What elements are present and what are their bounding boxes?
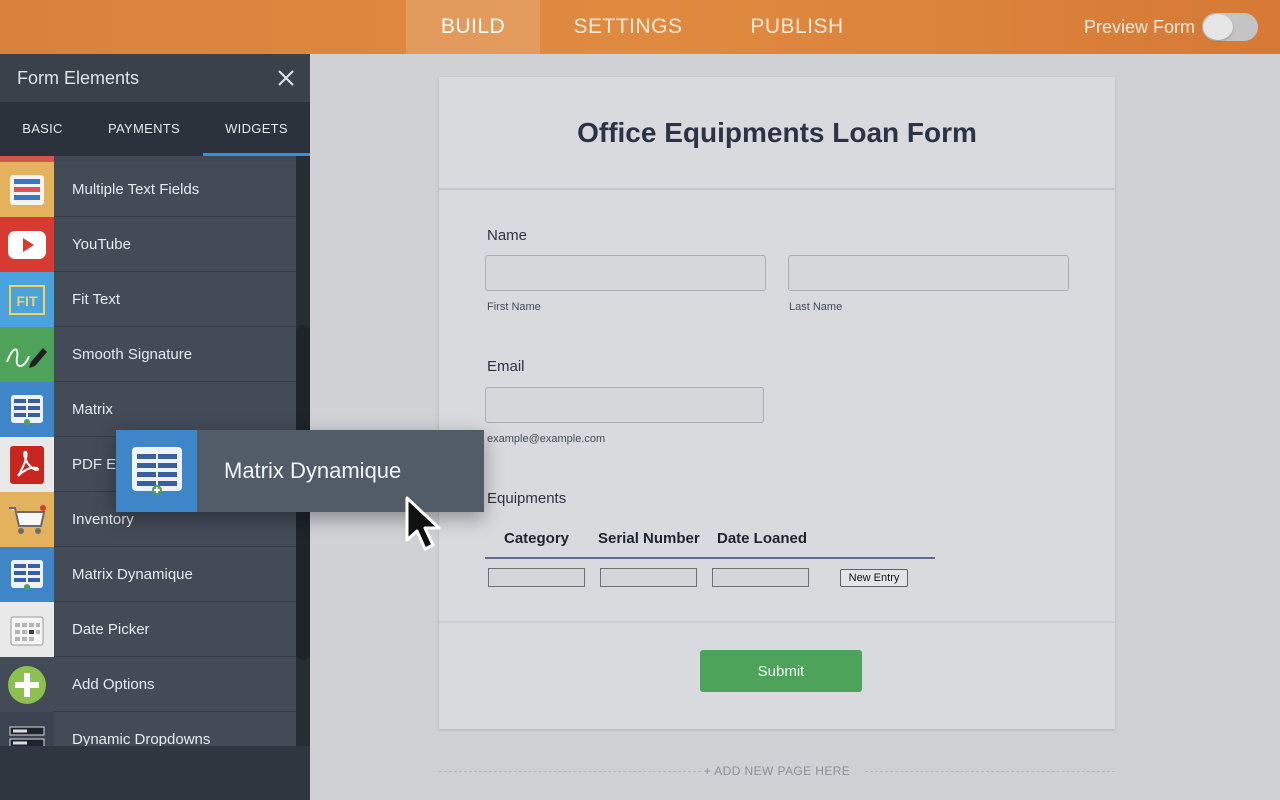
tab-build[interactable]: BUILD — [406, 0, 540, 54]
panel-title: Form Elements — [17, 68, 140, 88]
preview-form-label: Preview Form — [1083, 17, 1195, 37]
dynamic-dropdowns-icon — [0, 712, 54, 746]
widget-item-matrix[interactable]: Matrix — [0, 382, 296, 437]
name-label: Name — [487, 227, 528, 244]
widget-item-matrix-dynamique[interactable]: Matrix Dynamique — [0, 547, 296, 602]
email-sublabel: example@example.com — [487, 433, 606, 445]
panel-tabs: BASIC PAYMENTS WIDGETS — [0, 102, 310, 156]
tab-widgets[interactable]: WIDGETS — [203, 102, 310, 156]
form-canvas: Office Equipments Loan Form Name First N… — [439, 77, 1115, 729]
form-header: Office Equipments Loan Form — [439, 77, 1115, 190]
widget-item-youtube[interactable]: YouTube — [0, 217, 296, 272]
add-new-page-label[interactable]: + ADD NEW PAGE HERE — [439, 764, 1115, 778]
panel-header: Form Elements — [0, 54, 310, 102]
cart-icon — [0, 492, 54, 547]
widget-item-dynamic-dropdowns[interactable]: Dynamic Dropdowns — [0, 712, 296, 746]
widget-item-label: Fit Text — [72, 291, 121, 308]
youtube-icon — [0, 217, 54, 272]
column-header-date-loaned: Date Loaned — [717, 530, 808, 547]
widget-item-date-picker[interactable]: Date Picker — [0, 602, 296, 657]
column-header-category: Category — [504, 530, 570, 547]
tab-basic[interactable]: BASIC — [0, 102, 85, 156]
plus-circle-icon — [0, 657, 54, 712]
table-header-rule — [485, 557, 935, 559]
preview-form-toggle[interactable] — [1202, 13, 1258, 41]
builder-nav: BUILD SETTINGS PUBLISH — [406, 0, 878, 54]
widget-item-add-options[interactable]: Add Options — [0, 657, 296, 712]
new-entry-button[interactable]: New Entry — [840, 569, 908, 587]
top-bar: BUILD SETTINGS PUBLISH Preview Form — [0, 0, 1280, 54]
widget-item-fit-text[interactable]: FIT Fit Text — [0, 272, 296, 327]
last-name-field[interactable] — [788, 255, 1069, 291]
submit-button[interactable]: Submit — [700, 650, 862, 692]
tab-payments[interactable]: PAYMENTS — [85, 102, 203, 156]
widget-item-label: Dynamic Dropdowns — [72, 731, 211, 746]
tab-settings[interactable]: SETTINGS — [540, 0, 716, 54]
matrix-dynamique-icon — [116, 430, 197, 512]
toggle-knob — [1203, 14, 1233, 40]
form-title[interactable]: Office Equipments Loan Form — [439, 117, 1115, 149]
matrix-dynamique-icon — [0, 547, 54, 602]
widget-item-multiple-text-fields[interactable]: Multiple Text Fields — [0, 162, 296, 217]
fit-text-icon: FIT — [0, 272, 54, 327]
tab-publish[interactable]: PUBLISH — [716, 0, 878, 54]
widget-item-label: Date Picker — [72, 621, 150, 638]
matrix-icon — [0, 382, 54, 437]
widget-item-label: YouTube — [72, 236, 131, 253]
serial-number-cell-input[interactable] — [600, 568, 697, 587]
first-name-field[interactable] — [485, 255, 766, 291]
close-icon[interactable] — [276, 68, 296, 88]
equipments-label: Equipments — [487, 490, 567, 507]
form-footer-divider — [439, 621, 1115, 623]
first-name-sublabel: First Name — [487, 301, 541, 313]
widget-item-label: Smooth Signature — [72, 346, 193, 363]
add-new-page[interactable]: + ADD NEW PAGE HERE — [439, 760, 1115, 782]
date-loaned-cell-input[interactable] — [712, 568, 809, 587]
widget-item-label: Add Options — [72, 676, 155, 693]
pdf-icon — [0, 437, 54, 492]
widget-item-label: Matrix Dynamique — [72, 566, 193, 583]
email-field[interactable] — [485, 387, 764, 423]
calendar-icon — [0, 602, 54, 657]
widget-item-smooth-signature[interactable]: Smooth Signature — [0, 327, 296, 382]
mouse-cursor-icon — [405, 496, 441, 551]
column-header-serial-number: Serial Number — [598, 530, 700, 547]
category-cell-input[interactable] — [488, 568, 585, 587]
dragging-widget-label: Matrix Dynamique — [224, 458, 402, 483]
last-name-sublabel: Last Name — [789, 301, 843, 313]
widget-item-label: Multiple Text Fields — [72, 181, 200, 198]
signature-pen-icon — [0, 327, 54, 382]
multiple-text-fields-icon — [0, 162, 54, 217]
email-label: Email — [487, 358, 525, 375]
svg-text:FIT: FIT — [17, 293, 38, 309]
widget-item-label: Matrix — [72, 401, 113, 418]
